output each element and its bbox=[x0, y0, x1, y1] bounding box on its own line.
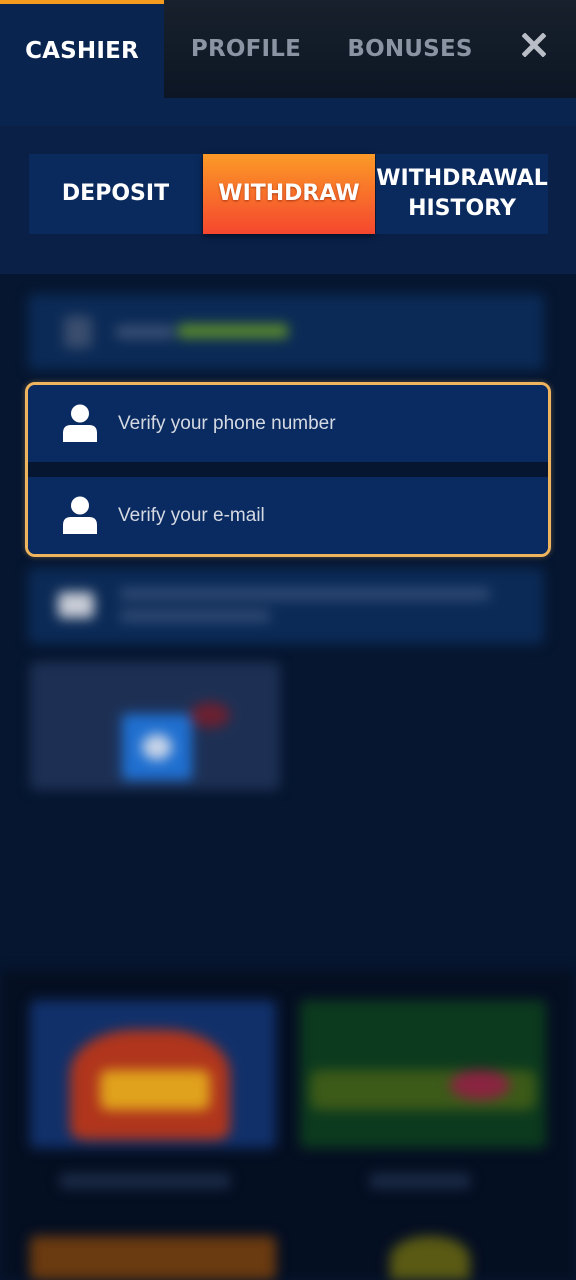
segment-history-line1: WITHDRAWAL bbox=[376, 166, 548, 191]
verify-email-label: Verify your e-mail bbox=[118, 504, 265, 526]
blurred-text bbox=[120, 610, 270, 622]
blurred-text bbox=[178, 324, 288, 338]
blurred-game-tile bbox=[390, 1236, 470, 1280]
segment-history-line2: HISTORY bbox=[408, 196, 516, 221]
blurred-game-tile bbox=[30, 1000, 276, 1148]
close-icon bbox=[522, 33, 546, 57]
tab-profile[interactable]: PROFILE bbox=[164, 0, 328, 98]
person-icon bbox=[63, 404, 97, 442]
tab-bonuses[interactable]: BONUSES bbox=[328, 0, 492, 98]
verify-email-item[interactable]: Verify your e-mail bbox=[28, 477, 548, 554]
blurred-game-tile bbox=[30, 1236, 276, 1280]
blurred-text bbox=[116, 326, 174, 338]
tab-cashier[interactable]: CASHIER bbox=[0, 0, 164, 98]
close-button[interactable] bbox=[504, 22, 564, 68]
blurred-row bbox=[28, 294, 544, 370]
blurred-row bbox=[28, 568, 544, 644]
blurred-caption bbox=[60, 1174, 230, 1188]
blurred-game-tile bbox=[300, 1000, 546, 1148]
blurred-icon bbox=[58, 592, 94, 618]
verify-phone-label: Verify your phone number bbox=[118, 412, 336, 434]
blurred-card bbox=[30, 662, 280, 790]
blurred-text bbox=[120, 588, 490, 600]
verification-card: Verify your phone number Verify your e-m… bbox=[25, 382, 551, 557]
segment-deposit[interactable]: DEPOSIT bbox=[29, 154, 202, 234]
segment-withdrawal-history[interactable]: WITHDRAWAL HISTORY bbox=[376, 154, 548, 234]
cashier-header: DEPOSIT WITHDRAW WITHDRAWAL HISTORY bbox=[0, 98, 576, 274]
blurred-shape bbox=[100, 1070, 210, 1110]
top-tab-bar: CASHIER PROFILE BONUSES bbox=[0, 0, 576, 98]
blurred-caption bbox=[370, 1174, 470, 1188]
segment-withdraw[interactable]: WITHDRAW bbox=[203, 154, 375, 234]
verify-phone-item[interactable]: Verify your phone number bbox=[28, 385, 548, 462]
blurred-shape bbox=[142, 734, 172, 760]
blurred-icon bbox=[64, 316, 92, 348]
blurred-shape bbox=[450, 1070, 510, 1100]
blurred-shape bbox=[190, 702, 230, 728]
person-icon bbox=[63, 496, 97, 534]
